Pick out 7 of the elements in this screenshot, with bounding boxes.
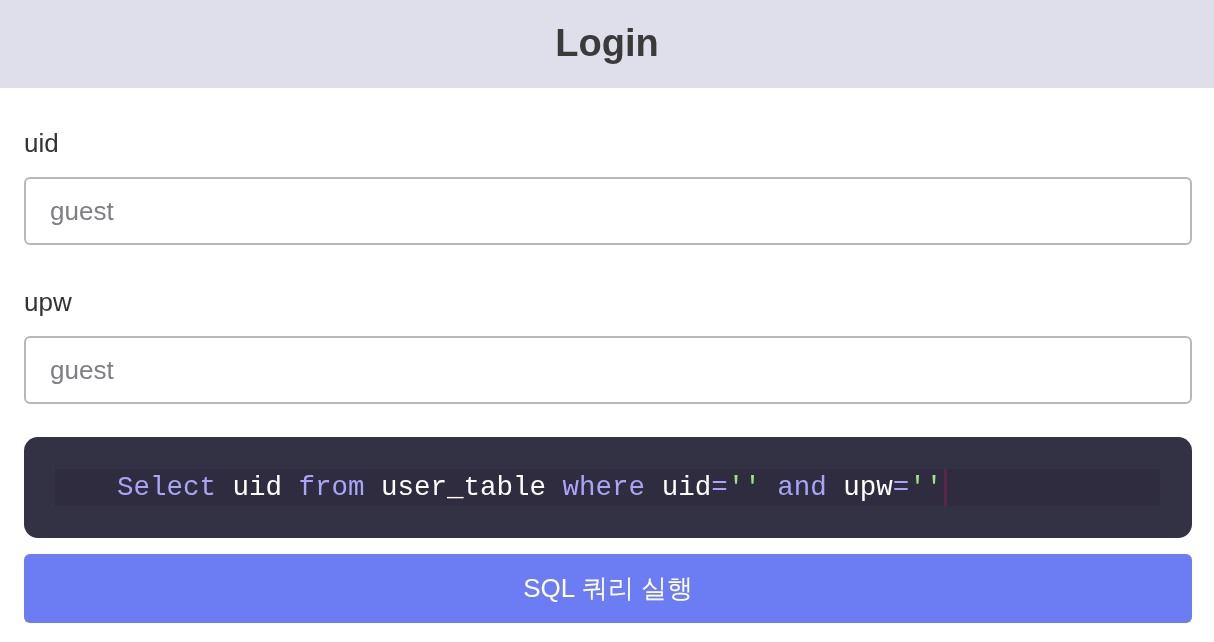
- sql-query-text: Select uid from user_table where uid='' and upw='': [117, 471, 943, 505]
- page-title: Login: [555, 23, 659, 65]
- input-field[interactable]: guest: [24, 336, 1192, 404]
- input-field[interactable]: guest: [24, 177, 1192, 245]
- run-query-button[interactable]: SQL 쿼리 실행: [24, 554, 1192, 623]
- field-label: uid: [24, 127, 59, 160]
- field-label: upw: [24, 286, 72, 319]
